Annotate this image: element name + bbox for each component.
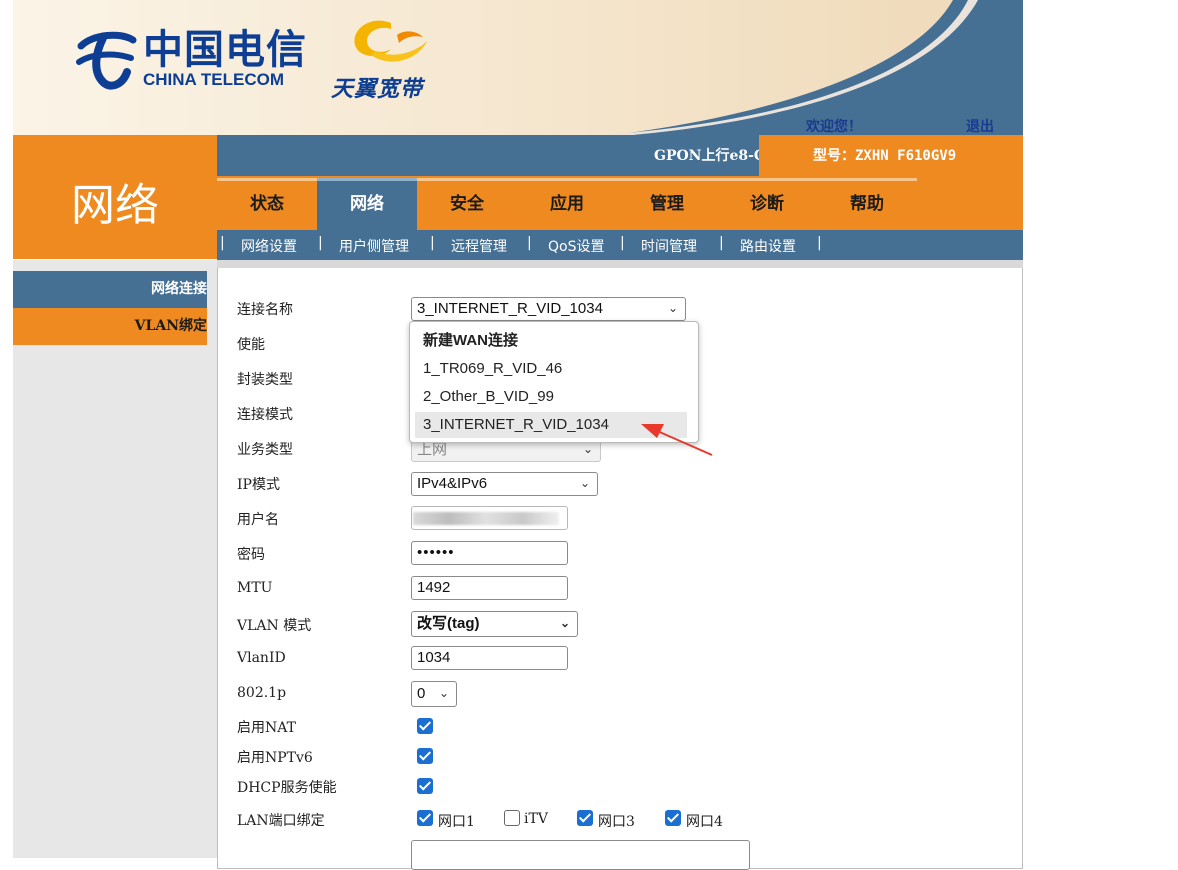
sidebar-item-vlan-binding[interactable]: VLAN绑定 <box>13 308 207 345</box>
section-title-panel: 网络 <box>13 135 217 259</box>
lan-port1-label: 网口1 <box>438 814 475 830</box>
device-model: 型号：ZXHN F610GV9 <box>813 148 957 164</box>
tab-status[interactable]: 状态 <box>217 178 317 230</box>
model-box: 型号：ZXHN F610GV9 <box>759 135 1023 176</box>
device-type: GPON上行e8-C <box>654 148 766 164</box>
header-banner: 中国电信 CHINA TELECOM 天翼宽带 欢迎您！ 退出 <box>13 0 1023 135</box>
brand-name-cn: 中国电信 <box>143 27 307 73</box>
welcome-text: 欢迎您！ <box>806 119 862 135</box>
router-admin-page: 中国电信 CHINA TELECOM 天翼宽带 欢迎您！ 退出 网络 GPON上… <box>13 0 1023 870</box>
vlan-id-input[interactable]: 1034 <box>411 646 568 670</box>
subnav-separator: | <box>220 235 225 251</box>
logout-link[interactable]: 退出 <box>966 116 994 135</box>
vlan-mode-value: 改写(tag) <box>417 615 480 632</box>
lan-port4-label: 网口4 <box>686 814 723 830</box>
dropdown-option-tr069[interactable]: 1_TR069_R_VID_46 <box>415 356 687 382</box>
subnav-qos[interactable]: QoS设置 <box>548 236 604 256</box>
itv-checkbox[interactable] <box>504 810 520 826</box>
sidebar-item-network-connection[interactable]: 网络连接 <box>13 271 207 308</box>
subnav-remote[interactable]: 远程管理 <box>451 236 507 256</box>
label-connection-mode: 连接模式 <box>237 407 293 423</box>
label-enable: 使能 <box>237 337 265 353</box>
itv-label: iTV <box>524 811 548 827</box>
dropdown-option-other[interactable]: 2_Other_B_VID_99 <box>415 384 687 410</box>
priority-8021p-select[interactable]: 0 ⌄ <box>411 681 457 707</box>
subnav-network-settings[interactable]: 网络设置 <box>241 236 297 256</box>
vlan-mode-select[interactable]: 改写(tag) ⌄ <box>411 611 578 637</box>
lan-port4-checkbox[interactable] <box>665 810 681 826</box>
lan-port3-checkbox[interactable] <box>577 810 593 826</box>
mtu-input[interactable]: 1492 <box>411 576 568 600</box>
connection-name-value: 3_INTERNET_R_VID_1034 <box>417 300 603 317</box>
label-password: 密码 <box>237 547 265 563</box>
tab-diagnostics[interactable]: 诊断 <box>717 178 817 230</box>
chevron-down-icon: ⌄ <box>559 616 570 630</box>
connection-name-dropdown: 新建WAN连接 1_TR069_R_VID_46 2_Other_B_VID_9… <box>409 321 699 443</box>
redacted-username <box>413 512 559 525</box>
priority-value: 0 <box>417 685 426 702</box>
subnav-routing[interactable]: 路由设置 <box>740 236 796 256</box>
label-username: 用户名 <box>237 512 279 528</box>
china-telecom-logo: 中国电信 CHINA TELECOM <box>73 24 307 94</box>
main-nav: 状态 网络 安全 应用 管理 诊断 帮助 <box>217 176 1023 230</box>
chevron-down-icon: ⌄ <box>667 301 678 315</box>
password-input[interactable]: •••••• <box>411 541 568 565</box>
label-vlan-mode: VLAN 模式 <box>237 618 312 634</box>
sub-nav: | 网络设置 | 用户侧管理 | 远程管理 | QoS设置 | 时间管理 | 路… <box>217 230 1023 268</box>
lan-port3-label: 网口3 <box>598 814 635 830</box>
tab-help[interactable]: 帮助 <box>817 178 917 230</box>
label-8021p: 802.1p <box>237 685 287 701</box>
tab-network[interactable]: 网络 <box>317 178 417 230</box>
label-encapsulation: 封装类型 <box>237 372 293 388</box>
username-input[interactable] <box>411 506 568 530</box>
sidebar-item-label: VLAN绑定 <box>134 318 207 334</box>
sub-brand: 天翼宽带 <box>331 77 424 102</box>
lan-port1-checkbox[interactable] <box>417 810 433 826</box>
tab-application[interactable]: 应用 <box>517 178 617 230</box>
label-ip-mode: IP模式 <box>237 477 280 493</box>
sidebar-item-label: 网络连接 <box>151 281 207 297</box>
subnav-separator: | <box>817 235 822 251</box>
dropdown-option-new-wan[interactable]: 新建WAN连接 <box>415 328 687 354</box>
sidebar: 网络连接 VLAN绑定 <box>13 260 217 858</box>
china-telecom-emblem-icon <box>76 31 137 90</box>
label-nptv6: 启用NPTv6 <box>237 750 313 766</box>
subnav-separator: | <box>620 235 625 251</box>
subnav-separator: | <box>719 235 724 251</box>
label-connection-name: 连接名称 <box>237 302 293 318</box>
label-lan-binding: LAN端口绑定 <box>237 813 325 829</box>
subnav-separator: | <box>527 235 532 251</box>
chevron-down-icon: ⌄ <box>579 476 590 490</box>
tianyi-swirl-icon <box>354 20 427 62</box>
subnav-time[interactable]: 时间管理 <box>641 236 697 256</box>
nptv6-checkbox[interactable] <box>417 748 433 764</box>
dropdown-option-internet[interactable]: 3_INTERNET_R_VID_1034 <box>415 412 687 438</box>
nat-checkbox[interactable] <box>417 718 433 734</box>
tianyi-broadband-logo: 天翼宽带 <box>331 15 431 102</box>
label-nat: 启用NAT <box>237 720 296 736</box>
subnav-strip <box>217 260 1023 268</box>
connection-name-select[interactable]: 3_INTERNET_R_VID_1034 ⌄ <box>411 297 686 321</box>
brand-name-en: CHINA TELECOM <box>143 70 285 89</box>
label-dhcp: DHCP服务使能 <box>237 780 337 796</box>
label-mtu: MTU <box>237 580 273 596</box>
label-vlan-id: VlanID <box>237 650 286 666</box>
chevron-down-icon: ⌄ <box>438 686 449 700</box>
device-info-bar: GPON上行e8-C 型号：ZXHN F610GV9 <box>217 135 1023 176</box>
subnav-separator: | <box>430 235 435 251</box>
subnav-separator: | <box>318 235 323 251</box>
tab-management[interactable]: 管理 <box>617 178 717 230</box>
section-title: 网络 <box>71 180 159 231</box>
ip-mode-select[interactable]: IPv4&IPv6 ⌄ <box>411 472 598 496</box>
next-field-partial[interactable] <box>411 840 750 870</box>
subnav-user-side[interactable]: 用户侧管理 <box>339 236 409 256</box>
dhcp-checkbox[interactable] <box>417 778 433 794</box>
service-type-value: 上网 <box>417 441 448 458</box>
tab-security[interactable]: 安全 <box>417 178 517 230</box>
ip-mode-value: IPv4&IPv6 <box>417 475 488 492</box>
label-service-type: 业务类型 <box>237 442 293 458</box>
